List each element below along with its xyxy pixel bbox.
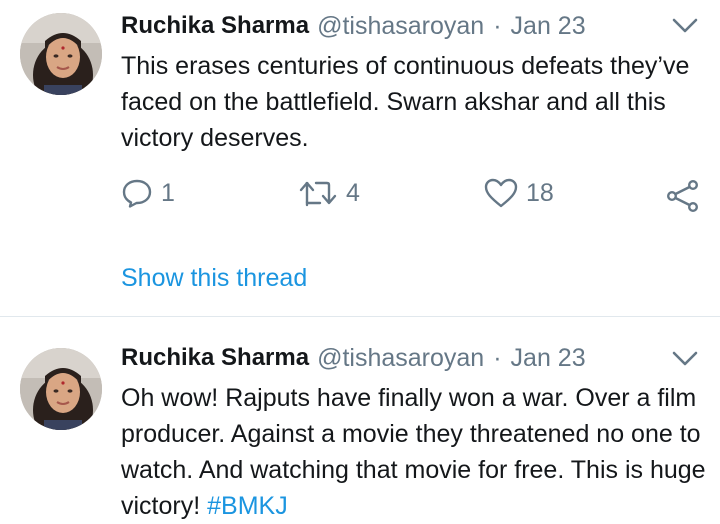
reply-button[interactable]: 1 — [121, 178, 175, 208]
chevron-down-icon[interactable] — [671, 349, 699, 369]
separator-dot: · — [493, 343, 502, 372]
separator-dot: · — [493, 11, 502, 40]
chevron-down-icon[interactable] — [671, 16, 699, 36]
tweet-text: Oh wow! Rajputs have finally won a war. … — [121, 380, 711, 524]
retweet-icon — [299, 181, 337, 207]
show-thread-link[interactable]: Show this thread — [121, 264, 307, 293]
like-button[interactable]: 18 — [484, 178, 554, 208]
retweet-count: 4 — [346, 178, 360, 207]
retweet-button[interactable]: 4 — [298, 178, 360, 208]
author-handle[interactable]: @tishasaroyan — [317, 12, 484, 41]
tweet-header: Ruchika Sharma @tishasaroyan · Jan 23 — [121, 342, 586, 374]
tweet-1[interactable]: Ruchika Sharma @tishasaroyan · Jan 23 Th… — [0, 0, 720, 316]
reply-count: 1 — [161, 178, 175, 207]
tweet-date[interactable]: Jan 23 — [511, 12, 586, 41]
tweet-2[interactable]: Ruchika Sharma @tishasaroyan · Jan 23 Oh… — [0, 317, 720, 520]
reply-icon — [122, 179, 152, 208]
author-handle[interactable]: @tishasaroyan — [317, 344, 484, 373]
avatar[interactable] — [20, 13, 102, 95]
like-icon — [484, 178, 518, 208]
tweet-header: Ruchika Sharma @tishasaroyan · Jan 23 — [121, 10, 586, 42]
share-icon — [667, 180, 699, 212]
author-name[interactable]: Ruchika Sharma — [121, 344, 309, 372]
like-count: 18 — [526, 178, 554, 207]
avatar[interactable] — [20, 348, 102, 430]
tweet-date[interactable]: Jan 23 — [511, 344, 586, 373]
tweet-text: This erases centuries of continuous defe… — [121, 52, 690, 152]
share-button[interactable] — [666, 180, 700, 212]
author-name[interactable]: Ruchika Sharma — [121, 12, 309, 40]
hashtag-link[interactable]: #BMKJ — [207, 492, 288, 520]
